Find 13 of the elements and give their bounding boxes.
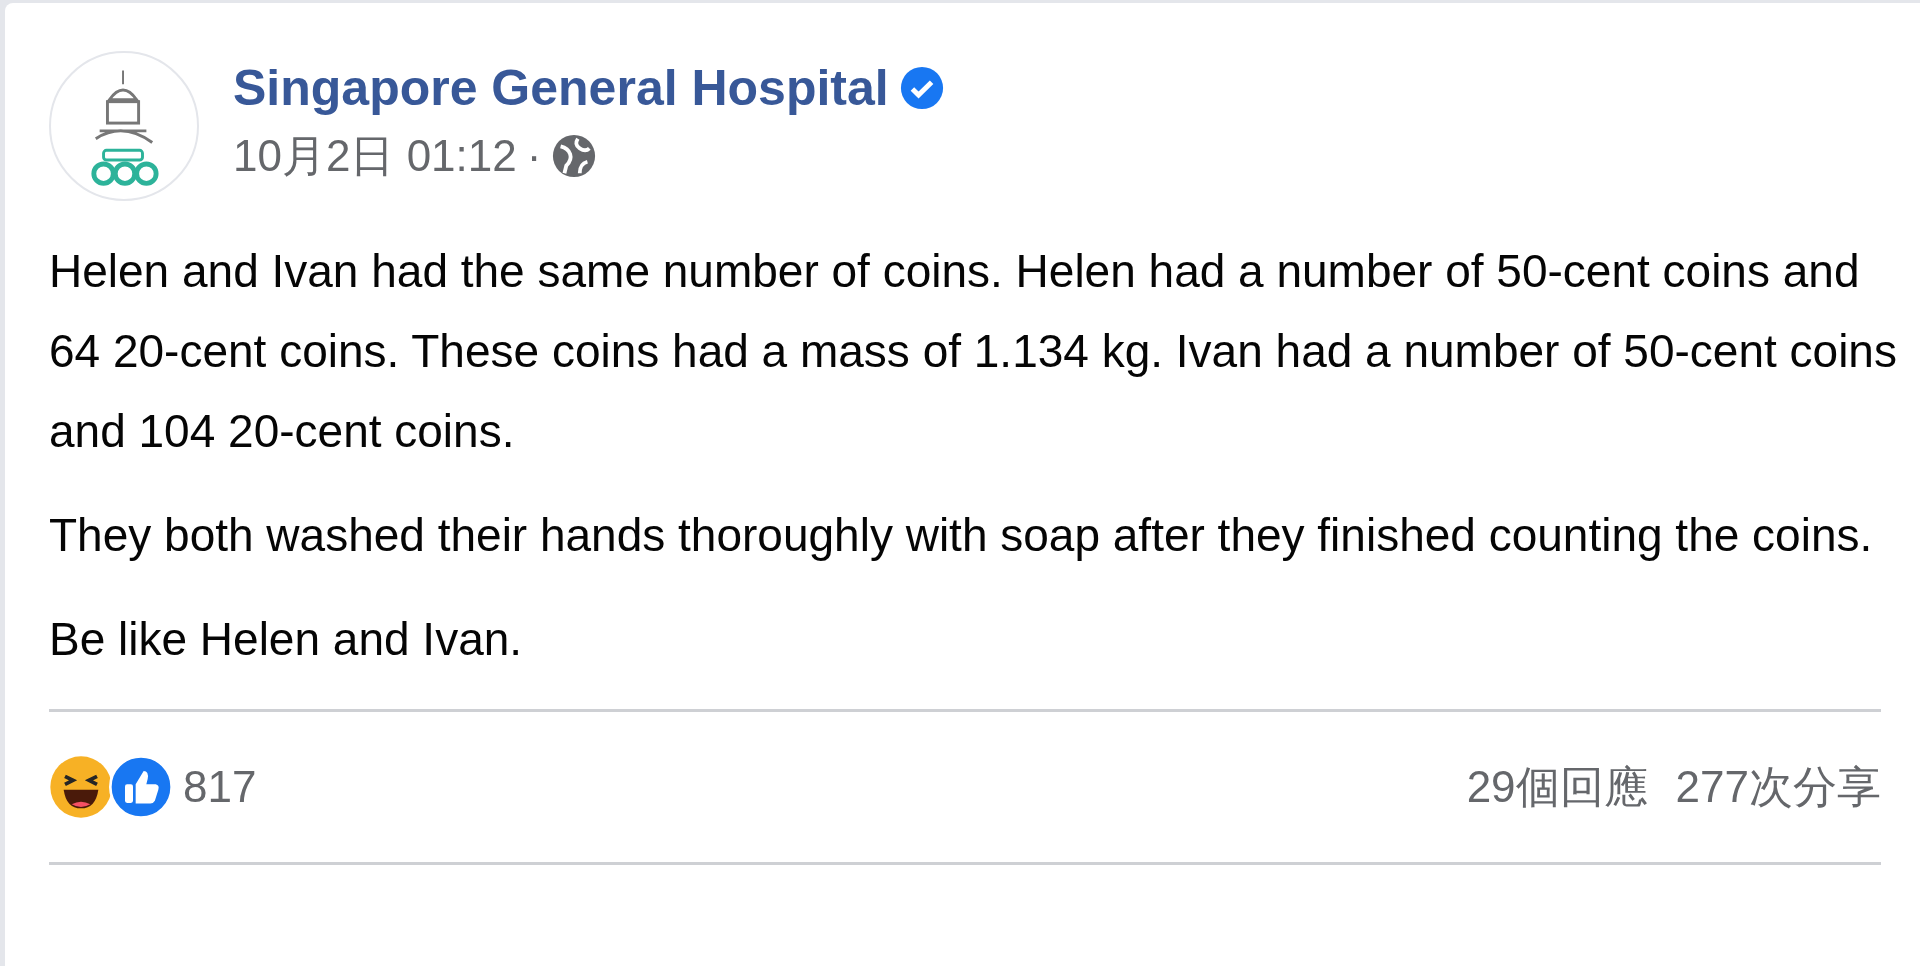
page-name-link[interactable]: Singapore General Hospital bbox=[233, 58, 889, 117]
post-paragraph: Be like Helen and Ivan. bbox=[49, 612, 524, 667]
laughing-emoji-icon bbox=[49, 755, 113, 819]
globe-icon bbox=[551, 133, 598, 179]
post-paragraph: They both washed their hands thoroughly with soap after they finished counting the coins. bbox=[49, 508, 1874, 563]
reaction-count-link[interactable]: 817 bbox=[183, 762, 257, 812]
separator-dot: · bbox=[526, 131, 542, 181]
hospital-logo-avatar[interactable] bbox=[49, 51, 199, 201]
post-paragraph: Helen and Ivan had the same number of coins. Helen had a number of 50-cent coins and 64 20-cent coins. These coins had a mass of 1.134 kg. Ivan had a number of 50-cent coins and 104 20-cent coins. bbox=[49, 244, 1898, 459]
thumbs-up-icon bbox=[109, 755, 173, 819]
post-timestamp-link[interactable]: 10月2日 01:12 bbox=[233, 126, 517, 186]
shares-count-link[interactable]: 277次分享 bbox=[1675, 757, 1881, 817]
comments-count-link[interactable]: 29個回應 bbox=[1466, 757, 1648, 817]
